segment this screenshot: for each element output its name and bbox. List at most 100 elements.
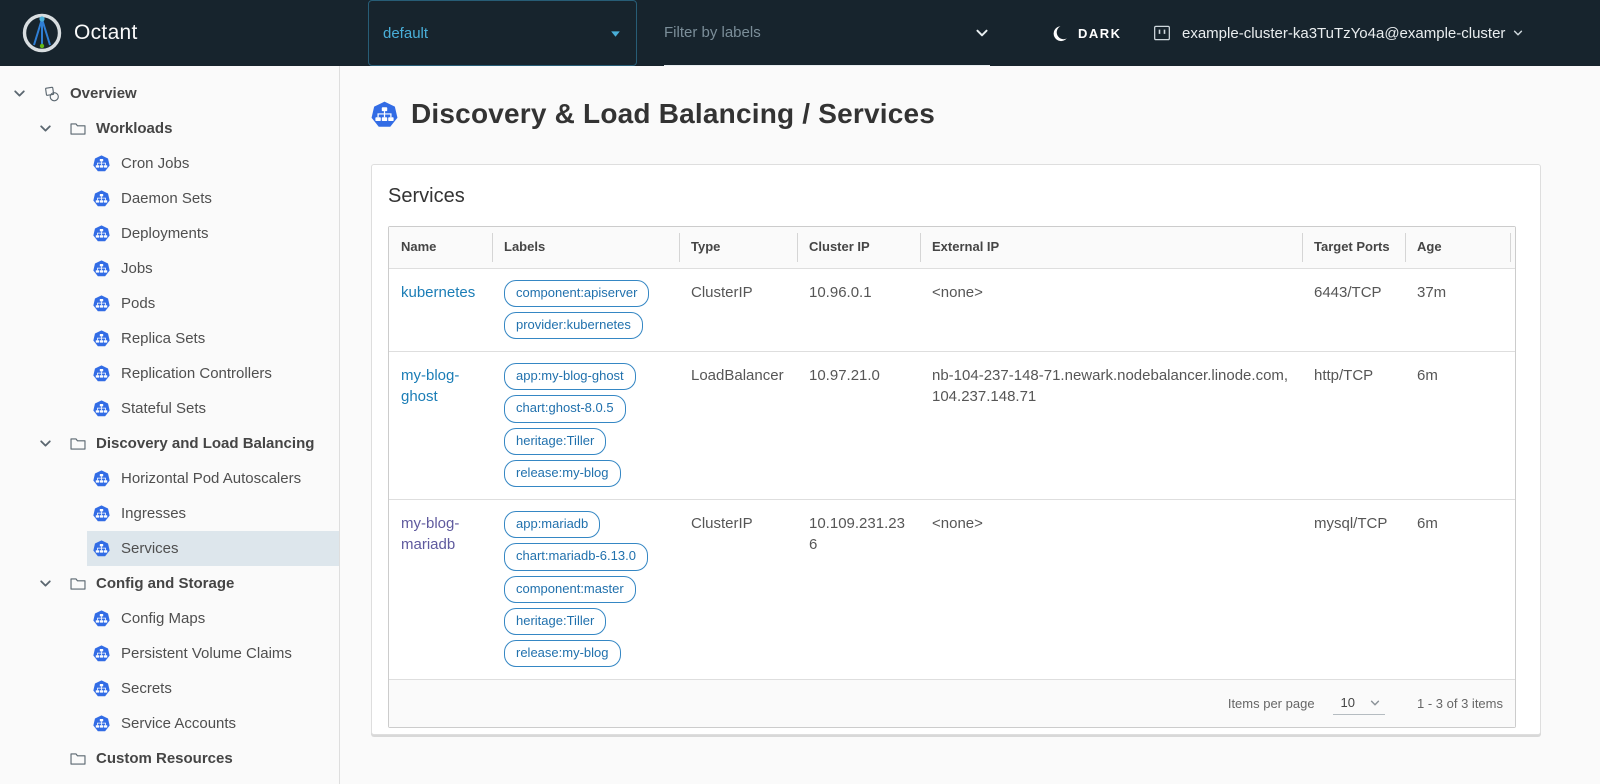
sidebar-item-secrets[interactable]: Secrets <box>0 671 339 706</box>
sidebar-item-service-accounts[interactable]: Service Accounts <box>0 706 339 741</box>
sidebar-item-services[interactable]: Services <box>87 531 339 566</box>
external-ip-cell: <none> <box>920 269 1302 352</box>
table-row: my-blog-ghost app:my-blog-ghost chart:gh… <box>389 351 1515 499</box>
sidebar-item-persistent-volume-claims[interactable]: Persistent Volume Claims <box>0 636 339 671</box>
config-maps-icon <box>93 610 110 627</box>
spacer-cell <box>1510 269 1534 352</box>
spacer-cell <box>1510 500 1534 679</box>
cluster-ip-cell: 10.97.21.0 <box>797 352 920 499</box>
sidebar-item-label: Pods <box>121 295 155 312</box>
type-cell: ClusterIP <box>679 269 797 352</box>
column-header-target-ports: Target Ports <box>1302 227 1405 268</box>
sidebar-item-config-maps[interactable]: Config Maps <box>0 601 339 636</box>
sidebar-item-overview[interactable]: Overview <box>0 76 339 111</box>
sidebar-item-jobs[interactable]: Jobs <box>0 251 339 286</box>
label-pill[interactable]: heritage:Tiller <box>504 608 606 635</box>
sidebar-item-discovery-and-load-balancing[interactable]: Discovery and Load Balancing <box>0 426 339 461</box>
label-pill[interactable]: release:my-blog <box>504 640 621 667</box>
items-per-page-value: 10 <box>1341 695 1355 710</box>
label-pill[interactable]: component:apiserver <box>504 280 649 307</box>
table-header-row: Name Labels Type Cluster IP External IP … <box>389 227 1515 268</box>
label-filter[interactable] <box>664 0 990 66</box>
chevron-down-icon[interactable] <box>38 436 53 451</box>
age-cell: 6m <box>1405 500 1510 679</box>
column-header-type: Type <box>679 227 797 268</box>
sidebar-item-horizontal-pod-autoscalers[interactable]: Horizontal Pod Autoscalers <box>0 461 339 496</box>
chevron-down-icon[interactable] <box>974 25 990 41</box>
items-per-page-select[interactable]: 10 <box>1333 692 1385 715</box>
app-header: Octant default DARK example-cluster-ka3T… <box>0 0 1600 66</box>
sidebar-item-replication-controllers[interactable]: Replication Controllers <box>0 356 339 391</box>
jobs-icon <box>93 260 110 277</box>
age-cell: 37m <box>1405 269 1510 352</box>
stateful-sets-icon <box>93 400 110 417</box>
sidebar-item-ingresses[interactable]: Ingresses <box>0 496 339 531</box>
service-name-link[interactable]: my-blog-ghost <box>401 367 459 405</box>
namespace-select-value: default <box>383 25 428 42</box>
external-ip-cell: nb-104-237-148-71.newark.nodebalancer.li… <box>920 352 1302 499</box>
sidebar-item-label: Overview <box>70 85 137 102</box>
main-content: Discovery & Load Balancing / Services Se… <box>340 66 1600 784</box>
service-name-link[interactable]: my-blog-mariadb <box>401 515 459 553</box>
sidebar-item-daemon-sets[interactable]: Daemon Sets <box>0 181 339 216</box>
spacer-cell <box>1510 352 1534 499</box>
label-pill[interactable]: chart:mariadb-6.13.0 <box>504 543 648 570</box>
secrets-icon <box>93 680 110 697</box>
sidebar-item-custom-resources[interactable]: Custom Resources <box>0 741 339 776</box>
sidebar-item-label: Persistent Volume Claims <box>121 645 292 662</box>
services-card: Services Name Labels Type Cluster IP Ext… <box>371 164 1541 735</box>
services-icon <box>93 540 110 557</box>
theme-toggle-label: DARK <box>1078 26 1122 41</box>
chevron-down-icon[interactable] <box>12 86 27 101</box>
label-pill[interactable]: chart:ghost-8.0.5 <box>504 395 626 422</box>
pods-icon <box>93 295 110 312</box>
sidebar-item-config-and-storage[interactable]: Config and Storage <box>0 566 339 601</box>
sidebar-item-label: Daemon Sets <box>121 190 212 207</box>
context-selector[interactable]: example-cluster-ka3TuTzYo4a@example-clus… <box>1152 0 1524 66</box>
column-header-name: Name <box>389 227 492 268</box>
sidebar-item-label: Stateful Sets <box>121 400 206 417</box>
label-filter-input[interactable] <box>664 24 974 41</box>
sidebar-item-workloads[interactable]: Workloads <box>0 111 339 146</box>
service-name-link[interactable]: kubernetes <box>401 284 475 301</box>
label-pill[interactable]: component:master <box>504 576 636 603</box>
horizontal-pod-autoscalers-icon <box>93 470 110 487</box>
label-pill[interactable]: heritage:Tiller <box>504 428 606 455</box>
sidebar-item-cron-jobs[interactable]: Cron Jobs <box>0 146 339 181</box>
chevron-down-icon[interactable] <box>38 576 53 591</box>
target-ports-cell: mysql/TCP <box>1302 500 1405 679</box>
column-header-age: Age <box>1405 227 1510 268</box>
deployments-icon <box>93 225 110 242</box>
label-pill-stack: component:apiserver provider:kubernetes <box>504 280 667 340</box>
sidebar: Overview Workloads Cron Jobs Daemon Sets… <box>0 66 340 784</box>
folder-icon <box>69 750 87 768</box>
age-cell: 6m <box>1405 352 1510 499</box>
cluster-icon <box>1152 23 1172 43</box>
octant-logo[interactable] <box>22 0 62 66</box>
pagination-range-label: 1 - 3 of 3 items <box>1417 696 1503 711</box>
sidebar-item-pods[interactable]: Pods <box>0 286 339 321</box>
sidebar-item-label: Jobs <box>121 260 153 277</box>
sidebar-item-replica-sets[interactable]: Replica Sets <box>0 321 339 356</box>
label-pill[interactable]: release:my-blog <box>504 460 621 487</box>
octant-logo-icon <box>22 13 62 53</box>
sidebar-item-stateful-sets[interactable]: Stateful Sets <box>0 391 339 426</box>
theme-toggle-button[interactable]: DARK <box>1050 0 1122 66</box>
replication-controllers-icon <box>93 365 110 382</box>
chevron-down-icon[interactable] <box>38 121 53 136</box>
cron-jobs-icon <box>93 155 110 172</box>
sidebar-item-label: Cron Jobs <box>121 155 189 172</box>
replica-sets-icon <box>93 330 110 347</box>
cluster-ip-cell: 10.96.0.1 <box>797 269 920 352</box>
namespace-select[interactable]: default <box>368 0 637 66</box>
label-pill[interactable]: provider:kubernetes <box>504 312 643 339</box>
sidebar-item-label: Secrets <box>121 680 172 697</box>
sidebar-item-label: Deployments <box>121 225 209 242</box>
sidebar-item-label: Discovery and Load Balancing <box>96 435 314 452</box>
objects-icon <box>43 85 61 103</box>
label-pill[interactable]: app:mariadb <box>504 511 600 538</box>
caret-down-icon <box>609 27 622 40</box>
sidebar-item-deployments[interactable]: Deployments <box>0 216 339 251</box>
label-pill[interactable]: app:my-blog-ghost <box>504 363 636 390</box>
cluster-ip-cell: 10.109.231.236 <box>797 500 920 679</box>
